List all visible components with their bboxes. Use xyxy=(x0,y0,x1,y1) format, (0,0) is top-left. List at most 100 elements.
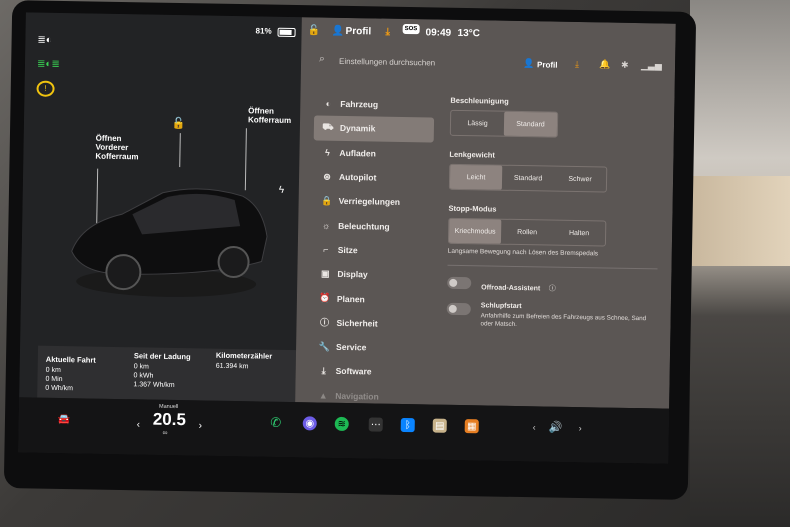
offroad-toggle[interactable] xyxy=(447,276,472,290)
slip-description: Anfahrhilfe zum Befreien des Fahrzeugs a… xyxy=(480,312,647,329)
signal-icon: ▁▃▅ xyxy=(640,60,662,71)
header-download-icon[interactable]: ⤓ xyxy=(575,59,579,70)
menu-label: Sicherheit xyxy=(336,317,378,329)
unlock-icon[interactable]: 🔓 xyxy=(172,117,186,130)
car-icon[interactable]: 🚘 xyxy=(57,412,71,426)
accel-label: Beschleunigung xyxy=(450,95,509,106)
settings-menu: ◐ Fahrzeug ⛟ Dynamik ϟ Aufladen ⊛ Autopilot … xyxy=(309,91,435,409)
menu-label: Verriegelungen xyxy=(338,196,401,208)
since-charge-values: 0 km 0 kWh 1.367 Wh/km xyxy=(133,363,175,390)
stop-mode-selector: Kriechmodus Rollen Halten xyxy=(447,217,607,247)
search-profile-icon[interactable]: 👤 xyxy=(523,58,534,69)
navigation-icon: ▲ xyxy=(318,390,328,401)
download-icon[interactable]: ⤓ xyxy=(386,27,391,38)
since-consumption: 1.367 Wh/km xyxy=(133,380,175,389)
headlight-icon: ≣◐ xyxy=(37,34,52,46)
sos-icon[interactable]: SOS xyxy=(402,23,420,35)
steering-option-schwer[interactable]: Schwer xyxy=(554,167,606,192)
current-trip-values: 0 km 0 Min 0 Wh/km xyxy=(45,367,73,394)
bluetooth-icon[interactable]: ᛒ xyxy=(400,417,415,433)
slip-label: Schlupfstart xyxy=(480,302,522,311)
lock-icon: 🔒 xyxy=(320,195,333,206)
stop-option-kriechmodus[interactable]: Kriechmodus xyxy=(448,218,502,244)
accel-option-laessig[interactable]: Lässig xyxy=(451,111,504,136)
background-wood-trim xyxy=(692,176,790,266)
steering-selector: Leicht Standard Schwer xyxy=(448,163,608,193)
camera-icon[interactable]: ◉ xyxy=(302,416,317,431)
accel-option-standard[interactable]: Standard xyxy=(503,111,558,137)
toybox-icon[interactable]: ▤ xyxy=(432,418,447,433)
front-trunk-line3: Kofferraum xyxy=(95,151,139,162)
menu-label: Service xyxy=(336,341,367,353)
phone-icon[interactable]: ✆ xyxy=(269,415,283,430)
battery-icon xyxy=(277,27,296,38)
car-image xyxy=(71,188,268,297)
steering-wheel-icon: ⊛ xyxy=(323,171,331,182)
menu-autopilot[interactable]: ⊛ Autopilot xyxy=(313,164,433,190)
toggle-icon: ◐ xyxy=(325,98,332,109)
offroad-label: Offroad-Assistent xyxy=(481,284,541,293)
offroad-info-icon[interactable]: ⓘ xyxy=(549,286,556,293)
profile-icon[interactable]: 👤 xyxy=(332,26,345,37)
menu-planen[interactable]: ⏰ Planen xyxy=(311,286,431,312)
menu-software[interactable]: ⤓ Software xyxy=(309,359,429,385)
menu-verriegelungen[interactable]: 🔒 Verriegelungen xyxy=(312,189,432,215)
temp-down-icon[interactable]: ‹ xyxy=(137,419,141,430)
menu-sicherheit[interactable]: ⓘ Sicherheit xyxy=(310,310,430,336)
charge-port-icon[interactable]: ϟ xyxy=(279,185,284,196)
bell-icon[interactable]: 🔔 xyxy=(599,59,610,70)
stop-option-rollen[interactable]: Rollen xyxy=(501,220,553,245)
temperature[interactable]: 20.5 xyxy=(153,410,186,431)
spotify-icon[interactable]: ≋ xyxy=(334,416,349,432)
steering-option-leicht[interactable]: Leicht xyxy=(449,164,503,190)
volume-down-icon[interactable]: ‹ xyxy=(533,422,536,432)
status-temperature: 13°C xyxy=(457,27,481,40)
calendar-icon[interactable]: ▦ xyxy=(464,419,479,434)
trip-stats: Aktuelle Fahrt 0 km 0 Min 0 Wh/km Seit d… xyxy=(37,345,297,403)
wrench-icon: 🔧 xyxy=(318,341,330,352)
stop-mode-description: Langsame Bewegung nach Lösen des Bremspe… xyxy=(447,247,599,258)
settings-panel: 🔓 👤 Profil ⤓ SOS 09:49 13°C ⌕ Einstellun… xyxy=(295,17,676,409)
stop-mode-label: Stopp-Modus xyxy=(448,203,497,214)
menu-dynamik[interactable]: ⛟ Dynamik xyxy=(313,115,435,143)
menu-aufladen[interactable]: ϟ Aufladen xyxy=(313,140,433,166)
menu-label: Planen xyxy=(336,293,365,304)
alarm-icon: ⏰ xyxy=(319,292,331,303)
offroad-toggle-row: Offroad-Assistent ⓘ xyxy=(447,276,657,298)
menu-display[interactable]: ▣ Display xyxy=(311,261,431,287)
slip-toggle[interactable] xyxy=(446,302,471,316)
divider xyxy=(447,264,658,270)
car-panel: ≣◐ ≣◐≣ ! 81% Öffnen Vorderer Kofferraum … xyxy=(19,12,302,403)
rear-trunk-line2: Kofferraum xyxy=(247,115,292,126)
steering-option-standard[interactable]: Standard xyxy=(502,166,554,191)
download-icon: ⤓ xyxy=(321,365,326,376)
light-icon: ☼ xyxy=(322,220,331,231)
current-duration: 0 Min xyxy=(45,375,63,383)
since-charge-label: Seit der Ladung xyxy=(133,351,191,362)
more-icon[interactable]: ⋯ xyxy=(368,417,383,432)
search-input[interactable]: Einstellungen durchsuchen xyxy=(339,57,435,68)
menu-sitze[interactable]: ⌐ Sitze xyxy=(312,237,432,263)
front-trunk-button[interactable]: Öffnen Vorderer Kofferraum xyxy=(95,134,139,162)
settings-search[interactable]: ⌕ Einstellungen durchsuchen 👤 Profil ⤓ 🔔… xyxy=(301,47,675,84)
menu-label: Navigation xyxy=(335,390,379,402)
menu-beleuchtung[interactable]: ☼ Beleuchtung xyxy=(312,213,432,239)
slip-toggle-row: Schlupfstart Anfahrhilfe zum Befreien de… xyxy=(446,302,656,332)
lock-status-icon[interactable]: 🔓 xyxy=(308,25,321,36)
temp-up-icon[interactable]: › xyxy=(199,420,203,431)
menu-service[interactable]: 🔧 Service xyxy=(310,334,430,360)
rear-trunk-button[interactable]: Öffnen Kofferraum xyxy=(248,106,291,125)
volume-up-icon[interactable]: › xyxy=(579,423,582,433)
menu-fahrzeug[interactable]: ◐ Fahrzeug xyxy=(314,91,434,117)
bluetooth-status-icon: ✱ xyxy=(620,59,629,70)
stop-option-halten[interactable]: Halten xyxy=(553,221,605,246)
status-profile[interactable]: Profil xyxy=(346,26,372,37)
current-trip-label: Aktuelle Fahrt xyxy=(45,354,96,365)
tesla-screen: ≣◐ ≣◐≣ ! 81% Öffnen Vorderer Kofferraum … xyxy=(18,12,676,464)
volume-icon[interactable]: 🔊 xyxy=(549,421,563,434)
search-profile[interactable]: Profil xyxy=(537,60,558,69)
status-time: 09:49 xyxy=(425,27,452,39)
lock-line xyxy=(179,133,181,168)
status-bar: 🔓 👤 Profil ⤓ SOS 09:49 13°C xyxy=(301,17,675,52)
dynamik-content: Beschleunigung Lässig Standard Lenkgewic… xyxy=(446,96,660,340)
